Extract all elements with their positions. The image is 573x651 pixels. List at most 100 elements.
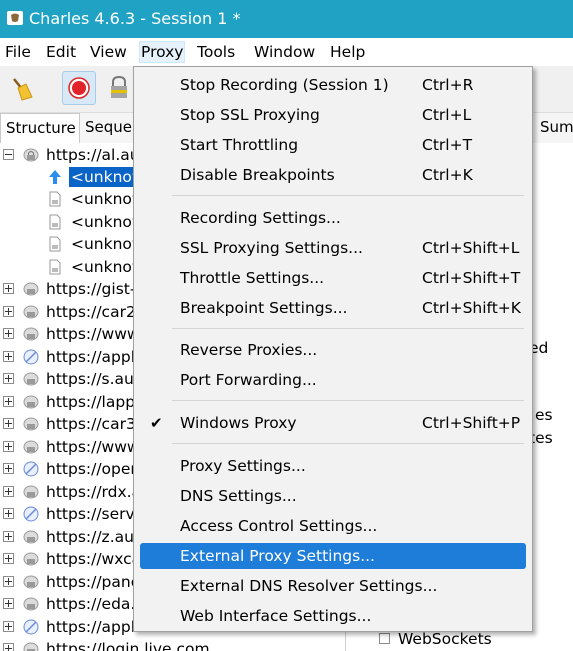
tab-structure-label: Structure (6, 119, 76, 137)
tree-host-label: https://s.aut (46, 370, 140, 388)
menu-help[interactable]: Help (329, 42, 366, 62)
menu-item-web-interface-settings[interactable]: Web Interface Settings... (140, 603, 526, 629)
expand-icon[interactable] (3, 351, 14, 362)
menu-item-breakpoint-settings[interactable]: Breakpoint Settings... Ctrl+Shift+K (140, 295, 526, 321)
blocked-host-icon (23, 461, 39, 477)
websockets-label: WebSockets (398, 630, 492, 648)
lock-host-icon (23, 552, 39, 566)
menu-item-disable-breakpoints[interactable]: Disable Breakpoints Ctrl+K (140, 162, 526, 188)
expand-icon[interactable] (3, 553, 14, 564)
menu-item-proxy-settings[interactable]: Proxy Settings... (140, 453, 526, 479)
lock-host-icon (23, 282, 39, 296)
menu-item-label: Recording Settings... (180, 209, 341, 227)
menu-item-label: DNS Settings... (180, 487, 297, 505)
menu-item-label: Breakpoint Settings... (180, 299, 348, 317)
menu-tools[interactable]: Tools (196, 42, 236, 62)
expand-icon[interactable] (379, 633, 390, 644)
expand-icon[interactable] (3, 306, 14, 317)
blocked-host-icon (23, 349, 39, 365)
menu-item-shortcut: Ctrl+Shift+T (422, 269, 521, 287)
menu-separator (172, 443, 524, 444)
tree-host-label: https://servi (46, 505, 140, 523)
menu-item-port-forwarding[interactable]: Port Forwarding... (140, 367, 526, 393)
tree-host-label: https://www (46, 325, 140, 343)
tree-host-label: https://lapp (46, 393, 136, 411)
document-icon (49, 191, 61, 207)
document-icon (49, 259, 61, 275)
menu-item-label: Throttle Settings... (180, 269, 325, 287)
menu-separator (172, 328, 524, 329)
lock-host-icon (23, 372, 39, 386)
menu-item-reverse-proxies[interactable]: Reverse Proxies... (140, 337, 526, 363)
expand-icon[interactable] (3, 643, 14, 651)
expand-icon[interactable] (3, 463, 14, 474)
expand-icon[interactable] (3, 418, 14, 429)
tab-summary[interactable]: Sum (535, 113, 573, 143)
lock-host-icon (23, 530, 39, 544)
expand-icon[interactable] (3, 441, 14, 452)
record-icon (68, 77, 90, 99)
menu-item-external-dns-resolver-settings[interactable]: External DNS Resolver Settings... (140, 573, 526, 599)
tree-host-label: https://car3 (46, 415, 136, 433)
expand-icon[interactable] (3, 598, 14, 609)
expand-icon[interactable] (3, 508, 14, 519)
tab-sequence[interactable]: Seque (80, 113, 137, 143)
menu-item-shortcut: Ctrl+L (422, 106, 472, 124)
expand-icon[interactable] (3, 373, 14, 384)
menu-item-shortcut: Ctrl+Shift+K (422, 299, 521, 317)
lock-host-icon (23, 305, 39, 319)
menu-item-access-control-settings[interactable]: Access Control Settings... (140, 513, 526, 539)
broom-icon (13, 78, 33, 101)
expand-icon[interactable] (3, 621, 14, 632)
menu-item-dns-settings[interactable]: DNS Settings... (140, 483, 526, 509)
expand-icon[interactable] (3, 328, 14, 339)
tree-host-label: https://login.live.com (46, 640, 210, 651)
window-title: Charles 4.6.3 - Session 1 * (29, 9, 241, 28)
lock-host-icon (23, 575, 39, 589)
menu-item-ssl-proxying-settings[interactable]: SSL Proxying Settings... Ctrl+Shift+L (140, 235, 526, 261)
menu-window[interactable]: Window (253, 42, 316, 62)
blocked-host-icon (23, 506, 39, 522)
menu-item-label: Windows Proxy (180, 414, 297, 432)
menu-separator (172, 400, 524, 401)
title-bar: Charles 4.6.3 - Session 1 * (0, 0, 573, 38)
menu-item-external-proxy-settings[interactable]: External Proxy Settings... (140, 543, 526, 569)
tree-host-label: https://panc (46, 573, 140, 591)
tree-host-label: https://appl (46, 618, 136, 636)
lock-host-icon (23, 148, 39, 162)
menu-view[interactable]: View (89, 42, 128, 62)
menu-item-windows-proxy[interactable]: ✔ Windows Proxy Ctrl+Shift+P (140, 410, 526, 436)
tree-host-label: https://www (46, 438, 140, 456)
tree-host-label: https://eda. (46, 595, 136, 613)
menu-item-throttle-settings[interactable]: Throttle Settings... Ctrl+Shift+T (140, 265, 526, 291)
expand-icon[interactable] (3, 531, 14, 542)
menu-item-label: Start Throttling (180, 136, 299, 154)
menu-item-stop-ssl-proxying[interactable]: Stop SSL Proxying Ctrl+L (140, 102, 526, 128)
collapse-icon[interactable] (3, 149, 14, 160)
menu-item-label: Proxy Settings... (180, 457, 306, 475)
menu-item-label: Access Control Settings... (180, 517, 378, 535)
checkmark-icon: ✔ (150, 414, 163, 432)
tab-structure[interactable]: Structure (0, 113, 80, 143)
tree-host-label: https://rdx.a (46, 483, 142, 501)
expand-icon[interactable] (3, 576, 14, 587)
menu-item-label: SSL Proxying Settings... (180, 239, 363, 257)
menu-item-recording-settings[interactable]: Recording Settings... (140, 205, 526, 231)
menu-file[interactable]: File (4, 42, 32, 62)
record-button[interactable] (62, 71, 96, 105)
proxy-menu: Stop Recording (Session 1) Ctrl+R Stop SS… (133, 66, 533, 632)
lock-host-icon (23, 440, 39, 454)
ssl-proxying-button[interactable] (104, 71, 134, 105)
menu-item-label: Port Forwarding... (180, 371, 317, 389)
menu-item-stop-recording[interactable]: Stop Recording (Session 1) Ctrl+R (140, 72, 526, 98)
menu-item-start-throttling[interactable]: Start Throttling Ctrl+T (140, 132, 526, 158)
expand-icon[interactable] (3, 283, 14, 294)
menu-edit[interactable]: Edit (45, 42, 77, 62)
expand-icon[interactable] (3, 396, 14, 407)
tab-sequence-label: Seque (85, 118, 133, 136)
clear-session-button[interactable] (4, 71, 38, 105)
lock-icon (111, 75, 127, 98)
tree-row-host[interactable]: https://login.live.com (0, 638, 340, 651)
expand-icon[interactable] (3, 486, 14, 497)
menu-proxy[interactable]: Proxy (138, 41, 186, 63)
